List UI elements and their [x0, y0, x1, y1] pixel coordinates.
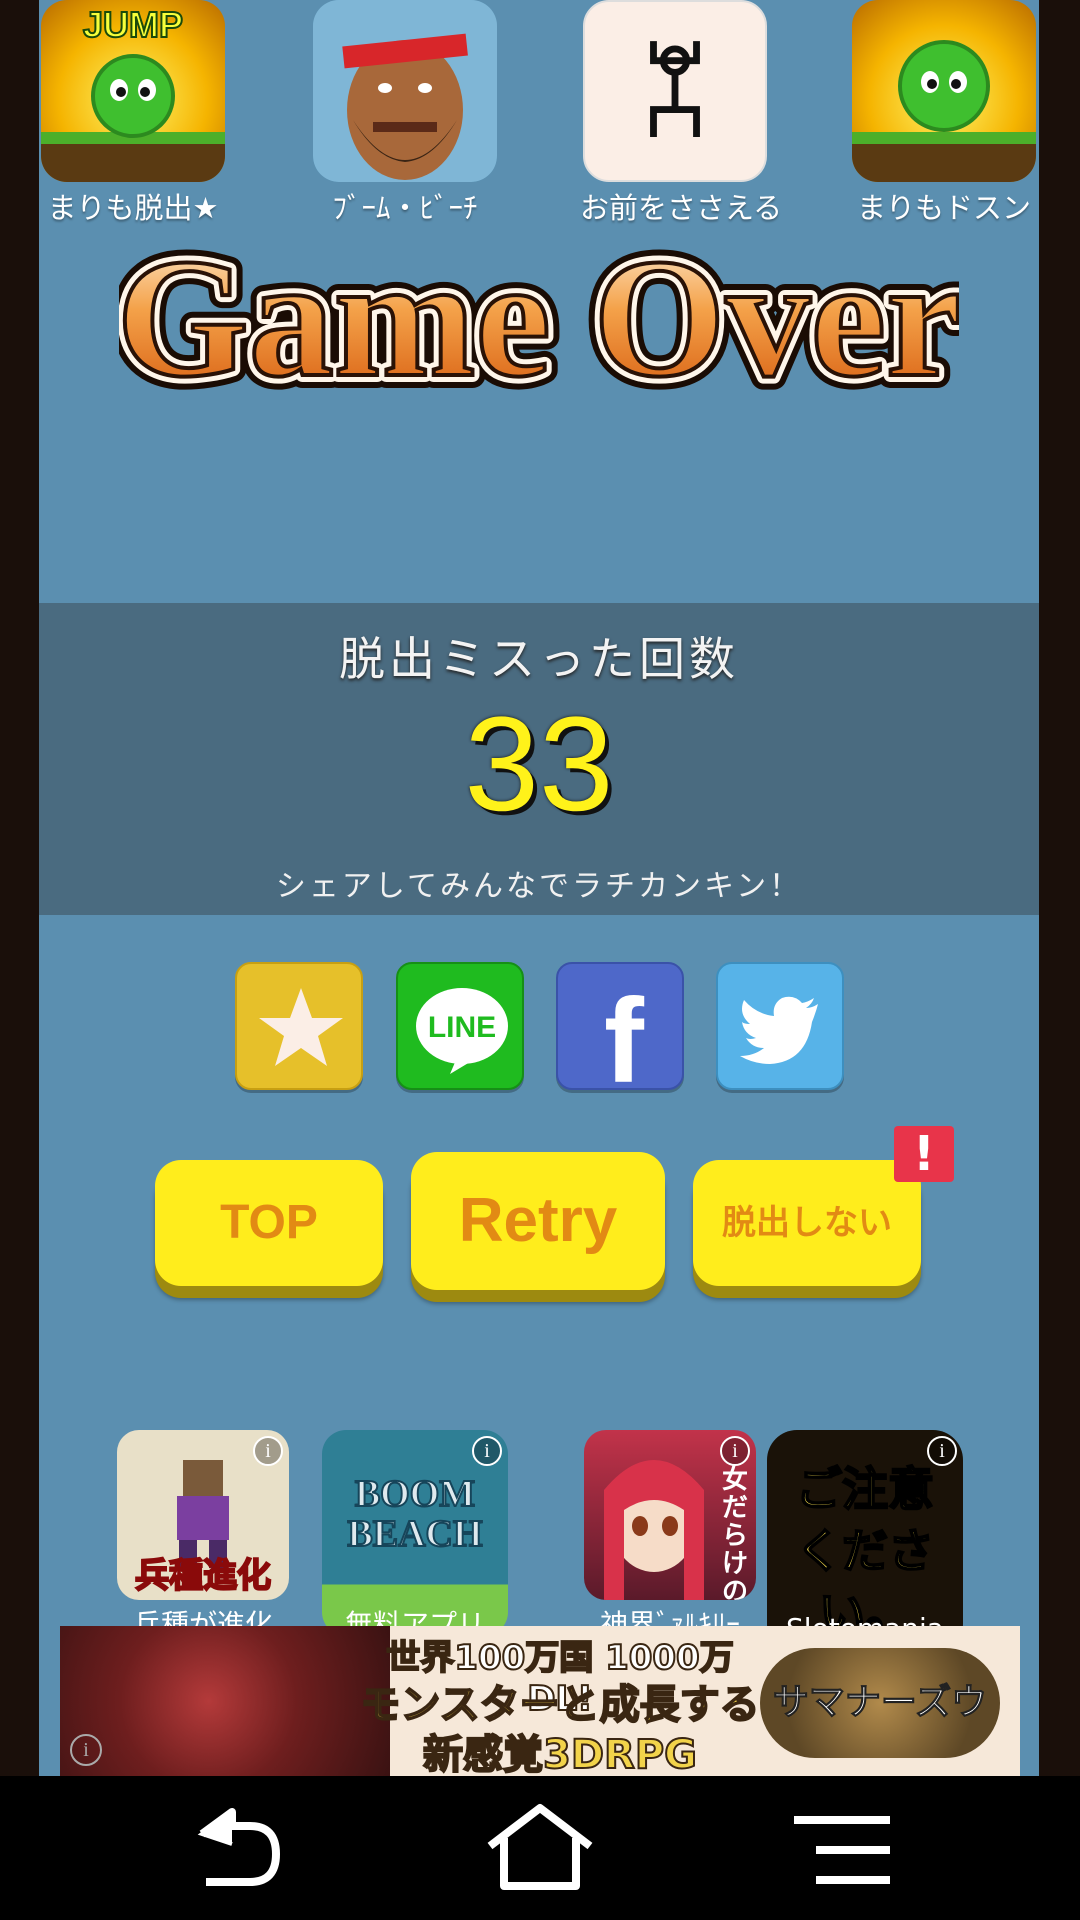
facebook-share-button[interactable]: f	[556, 962, 684, 1092]
screen: JUMP まりも脱出★ ﾌﾞｰﾑ・ﾋﾞｰﾁ お前をささえる まりもドスン Gam…	[0, 0, 1080, 1920]
home-icon[interactable]	[480, 1798, 600, 1898]
top-ad-boom-beach[interactable]: ﾌﾞｰﾑ・ﾋﾞｰﾁ	[310, 0, 500, 226]
ad-art-text: BOOM BEACH	[346, 1473, 483, 1555]
jump-badge: JUMP	[82, 3, 184, 46]
banner-logo: サマナーズウォー	[760, 1648, 1000, 1758]
twitter-bird-icon	[740, 996, 818, 1064]
menu-icon[interactable]	[790, 1798, 910, 1898]
star-rate-button[interactable]	[235, 962, 363, 1090]
retry-button[interactable]: Retry	[411, 1152, 665, 1290]
star-icon	[259, 988, 343, 1066]
facebook-icon: f	[604, 974, 645, 1092]
ad-info-icon[interactable]: i	[720, 1436, 750, 1466]
green-marimo-jump-icon: JUMP	[41, 0, 225, 182]
line-share-button[interactable]: LINE	[396, 962, 524, 1090]
svg-text:f: f	[604, 974, 645, 1092]
twitter-share-button[interactable]	[716, 962, 844, 1090]
bottom-ad-slotomania[interactable]: ご注意ください。 i Slotomania	[765, 1430, 965, 1654]
bottom-ad-unit-evolve[interactable]: 兵種進化 i 兵種が進化	[103, 1430, 303, 1642]
alert-badge: !	[894, 1126, 954, 1182]
line-icon: LINE	[416, 988, 508, 1074]
back-icon[interactable]	[172, 1798, 292, 1898]
svg-text:LINE: LINE	[428, 1011, 496, 1044]
boom-beach-icon: BOOM BEACH i	[322, 1430, 508, 1636]
green-marimo-icon	[852, 0, 1036, 182]
top-ad-marimo-escape[interactable]: JUMP まりも脱出★	[39, 0, 228, 226]
game-area: JUMP まりも脱出★ ﾌﾞｰﾑ・ﾋﾞｰﾁ お前をささえる まりもドスン Gam…	[39, 0, 1039, 1776]
ad-info-icon[interactable]: i	[253, 1436, 283, 1466]
score-label: 脱出ミスった回数	[339, 632, 739, 686]
ad-art-text: 兵種進化	[134, 1555, 272, 1597]
share-text: シェアしてみんなでラチカンキン！	[275, 869, 803, 904]
score-value: 33	[464, 690, 614, 839]
banner-line3: 新感覚3DRPG	[422, 1731, 698, 1776]
ad-info-icon[interactable]: i	[472, 1436, 502, 1466]
bottom-ad-free-app[interactable]: BOOM BEACH i 無料アプリ	[315, 1430, 515, 1641]
ad-art-text: 女だらけのRPG	[721, 1465, 748, 1600]
quit-escape-button[interactable]: 脱出しない	[693, 1160, 921, 1286]
top-ad-marimo-dosun[interactable]: まりもドスン	[849, 0, 1039, 226]
bottom-ad-rpg[interactable]: 女だらけのRPG i 神界ﾞｧﾙｷﾘｰ	[570, 1430, 770, 1642]
svg-text:Game Over: Game Over	[119, 224, 959, 412]
bearded-soldier-icon	[313, 0, 497, 182]
score-panel: 脱出ミスった回数 33 シェアしてみんなでラチカンキン！	[39, 603, 1039, 915]
anime-girl-icon: 女だらけのRPG i	[584, 1430, 756, 1600]
top-button[interactable]: TOP	[155, 1160, 383, 1286]
game-over-title: Game Over Game Over Game Over	[119, 211, 959, 420]
navigation-bar	[0, 1776, 1080, 1920]
ad-info-icon[interactable]: i	[927, 1436, 957, 1466]
banner-info-icon[interactable]: i	[70, 1734, 102, 1766]
pixel-warrior-icon: 兵種進化 i	[117, 1430, 289, 1600]
top-ad-support[interactable]: お前をささえる	[580, 0, 782, 226]
banner-ad[interactable]: 世界100万国 1000万DL! モンスターと成長する 新感覚3DRPG サマナ…	[60, 1626, 1020, 1776]
stick-figure-icon	[583, 0, 767, 182]
